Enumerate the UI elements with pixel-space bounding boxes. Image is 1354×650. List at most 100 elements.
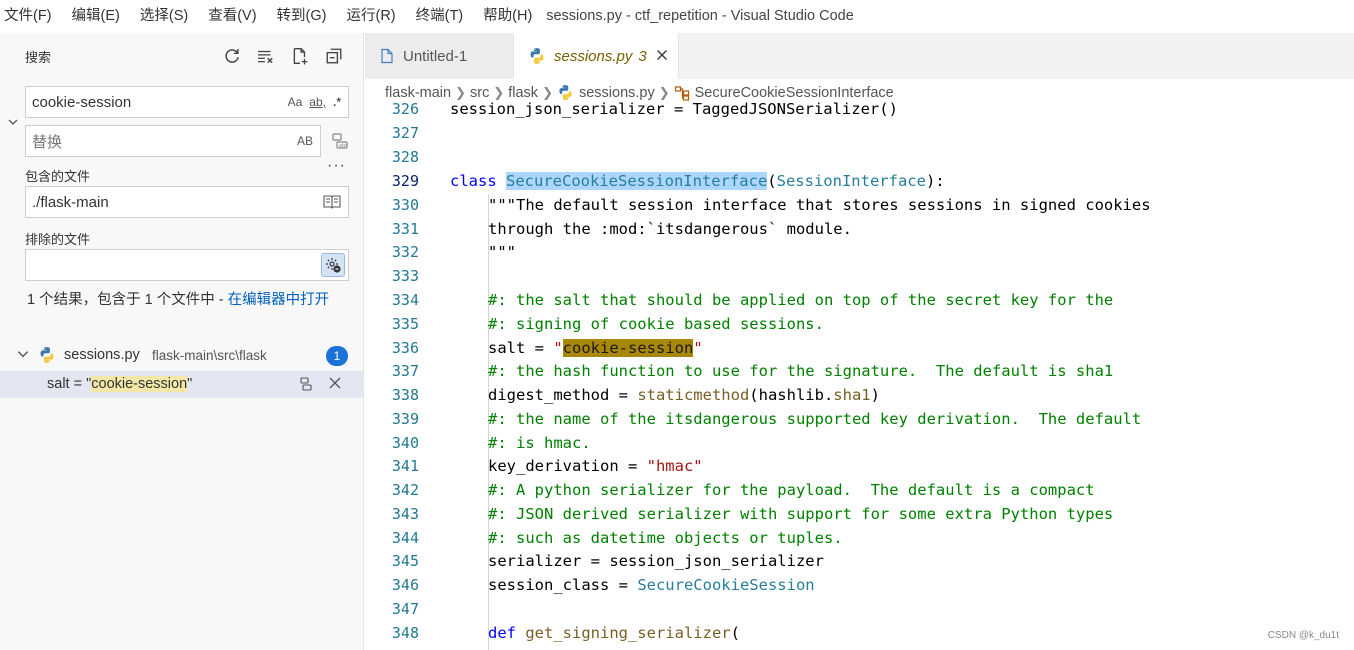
collapse-all-icon[interactable] (323, 45, 345, 67)
code-line: serializer = session_json_serializer (488, 552, 824, 570)
menu-bar: 文件(F) 编辑(E) 选择(S) 查看(V) 转到(G) 运行(R) 终端(T… (0, 0, 542, 33)
menu-edit[interactable]: 编辑(E) (62, 0, 130, 33)
code-line: class SecureCookieSessionInterface(Sessi… (450, 172, 945, 190)
refresh-icon[interactable] (221, 45, 243, 67)
line-number: 335 (391, 315, 419, 333)
python-file-icon (38, 346, 56, 367)
menu-help[interactable]: 帮助(H) (473, 0, 542, 33)
line-number: 346 (391, 576, 419, 594)
use-regex-icon[interactable]: .* (333, 95, 341, 109)
line-number: 348 (391, 624, 419, 642)
clear-results-icon[interactable] (255, 45, 277, 67)
chevron-down-icon[interactable] (16, 347, 30, 364)
line-number: 334 (391, 291, 419, 309)
code-line: #: the hash function to use for the sign… (488, 362, 1114, 380)
replace-input[interactable]: 替换 AB (25, 125, 321, 157)
replace-match-icon[interactable] (298, 376, 314, 395)
result-file-name: sessions.py (64, 347, 140, 363)
result-match-text: salt = "cookie-session" (47, 376, 193, 392)
match-case-icon[interactable]: Aa (288, 95, 303, 109)
code-line: #: is hmac. (488, 434, 591, 452)
watermark: CSDN @k_du1t (1267, 630, 1339, 641)
code-line: def get_signing_serializer( (488, 624, 740, 642)
search-input-value: cookie-session (32, 93, 132, 111)
tab-untitled-1[interactable]: Untitled-1 (365, 33, 514, 79)
line-number: 332 (391, 243, 419, 261)
line-number: 340 (391, 434, 419, 452)
replace-all-icon[interactable]: abc (330, 131, 350, 151)
use-exclude-settings-gear-icon[interactable] (321, 253, 345, 277)
line-number: 339 (391, 410, 419, 428)
result-count-badge: 1 (326, 346, 348, 366)
close-tab-icon[interactable] (654, 47, 670, 68)
editor-area: Untitled-1 sessions.py 3 flask-main ❯ sr… (365, 33, 1354, 650)
menu-selection[interactable]: 选择(S) (130, 0, 198, 33)
search-input[interactable]: cookie-session Aa ab, .* (25, 86, 349, 118)
menu-view[interactable]: 查看(V) (198, 0, 266, 33)
code-line: digest_method = staticmethod(hashlib.sha… (488, 386, 880, 404)
editor-tabs: Untitled-1 sessions.py 3 (365, 33, 1354, 79)
line-number: 344 (391, 529, 419, 547)
line-number: 330 (391, 196, 419, 214)
find-match-highlight: cookie-session (562, 339, 694, 357)
code-line: session_class = SecureCookieSession (488, 576, 815, 594)
exclude-files-input[interactable] (25, 249, 349, 281)
line-number: 336 (391, 339, 419, 357)
line-number: 345 (391, 552, 419, 570)
open-in-editor-link[interactable]: 在编辑器中打开 (228, 292, 330, 308)
include-files-label: 包含的文件 (25, 169, 91, 184)
line-number: 338 (391, 386, 419, 404)
code-line: #: A python serializer for the payload. … (488, 481, 1095, 499)
code-line: salt = "cookie-session" (488, 339, 703, 357)
tab-label: Untitled-1 (403, 47, 468, 65)
python-file-icon (528, 47, 546, 65)
sidebar-header: 搜索 (0, 33, 363, 80)
title-bar: 文件(F) 编辑(E) 选择(S) 查看(V) 转到(G) 运行(R) 终端(T… (0, 0, 1354, 33)
line-number: 342 (391, 481, 419, 499)
menu-go[interactable]: 转到(G) (267, 0, 337, 33)
result-file-path: flask-main\src\flask (152, 348, 267, 363)
tab-problem-count: 3 (638, 47, 647, 65)
menu-terminal[interactable]: 终端(T) (406, 0, 474, 33)
tab-label: sessions.py (554, 47, 633, 65)
search-sidebar: 搜索 cookie-session Aa ab, .* 替换 AB abc ··… (0, 33, 364, 650)
line-number: 341 (391, 457, 419, 475)
code-line: """ (488, 243, 516, 261)
line-number: 337 (391, 362, 419, 380)
code-line: #: the salt that should be applied on to… (488, 291, 1114, 309)
svg-text:abc: abc (339, 143, 348, 149)
tab-sessions-py[interactable]: sessions.py 3 (514, 33, 679, 79)
menu-file[interactable]: 文件(F) (0, 0, 62, 33)
include-files-input[interactable]: ./flask-main (25, 186, 349, 218)
selected-class-name: SecureCookieSessionInterface (506, 172, 768, 190)
code-line: #: JSON derived serializer with support … (488, 505, 1114, 523)
code-line: #: signing of cookie based sessions. (488, 315, 824, 333)
result-match-highlight: cookie-session (91, 376, 188, 392)
line-number: 329 (391, 172, 419, 190)
exclude-files-label: 排除的文件 (25, 232, 91, 247)
new-search-editor-icon[interactable] (289, 45, 311, 67)
toggle-replace-chevron-icon[interactable] (4, 113, 22, 131)
code-editor[interactable]: 326 session_json_serializer = TaggedJSON… (365, 99, 1354, 650)
match-whole-word-icon[interactable]: ab, (309, 95, 326, 109)
code-line: #: such as datetime objects or tuples. (488, 529, 843, 547)
replace-input-placeholder: 替换 (32, 133, 63, 151)
search-open-editors-icon[interactable] (323, 194, 341, 210)
line-number: 328 (391, 148, 419, 166)
dismiss-match-close-icon[interactable] (327, 375, 343, 396)
line-number: 333 (391, 267, 419, 285)
file-icon (379, 48, 395, 64)
code-line: """The default session interface that st… (488, 196, 1151, 214)
result-file-row[interactable]: sessions.py flask-main\src\flask 1 (0, 344, 363, 368)
toggle-search-details-icon[interactable]: ··· (327, 157, 346, 175)
sidebar-title: 搜索 (25, 50, 52, 65)
line-number: 327 (391, 124, 419, 142)
preserve-case-icon[interactable]: AB (297, 134, 313, 148)
line-number: 347 (391, 600, 419, 618)
code-line: key_derivation = "hmac" (488, 457, 703, 475)
menu-run[interactable]: 运行(R) (336, 0, 405, 33)
line-number: 343 (391, 505, 419, 523)
result-match-row[interactable]: salt = "cookie-session" (0, 371, 363, 398)
code-line: #: the name of the itsdangerous supporte… (488, 410, 1142, 428)
line-number: 326 (391, 100, 419, 118)
